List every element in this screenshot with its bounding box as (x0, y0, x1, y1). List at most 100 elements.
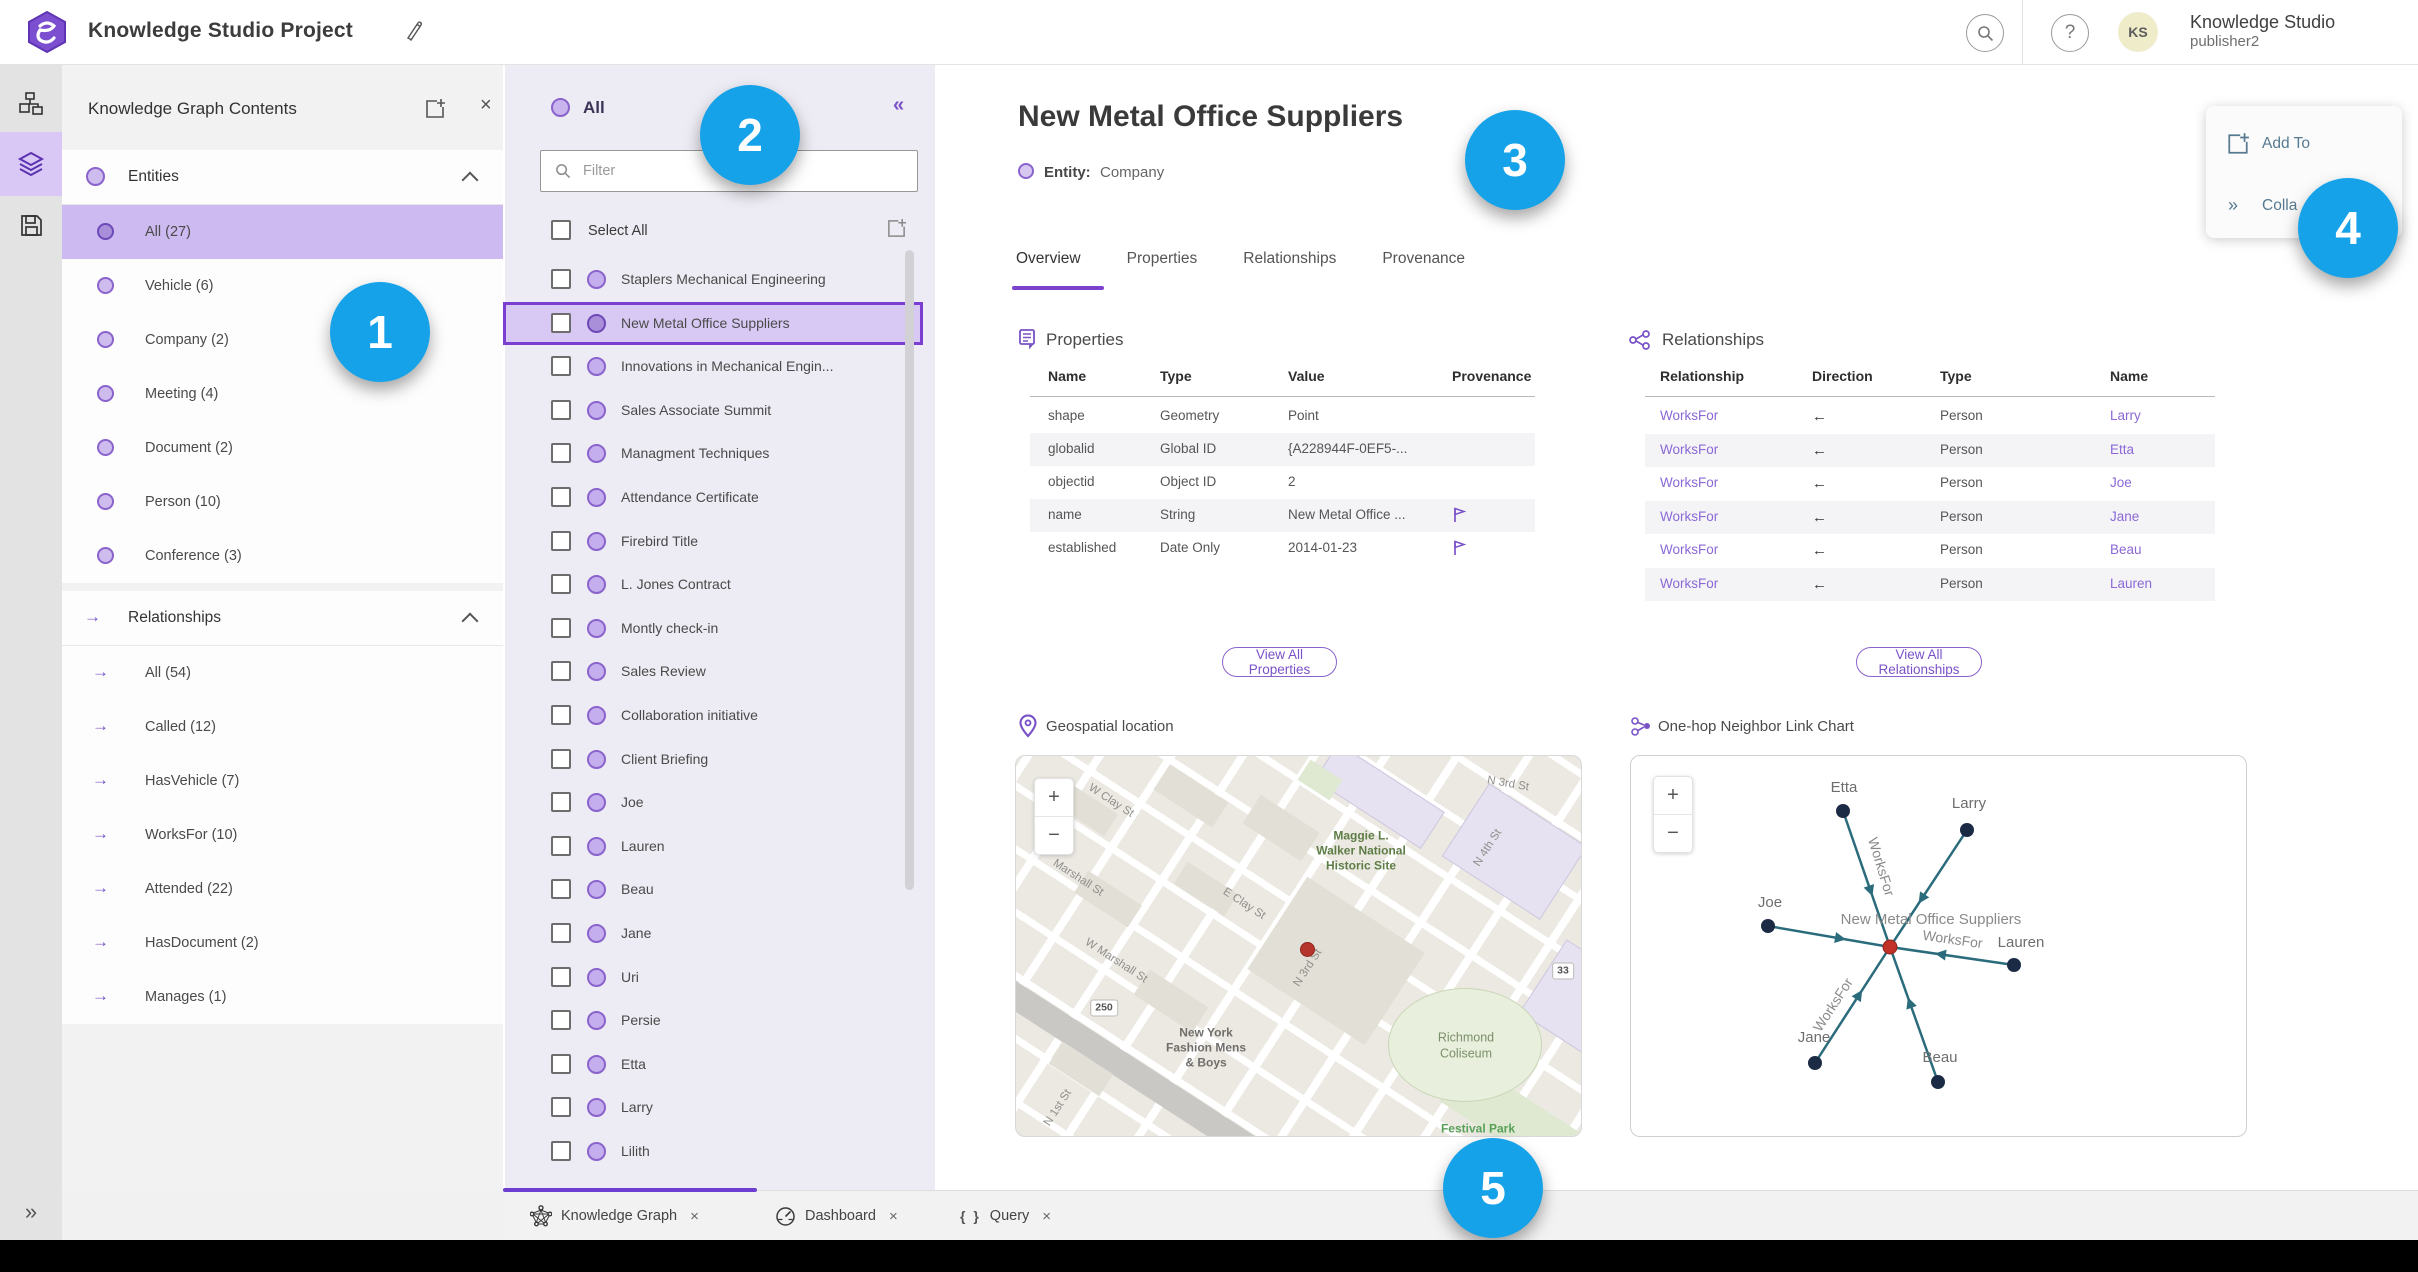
table-row[interactable]: WorksFor ← Person Beau (1645, 534, 2215, 568)
rel-name-link[interactable]: Etta (2110, 442, 2134, 457)
bottom-tab-knowledge-graph[interactable]: Knowledge Graph × (530, 1191, 699, 1241)
table-row[interactable]: established Date Only 2014-01-23 (1030, 532, 1535, 565)
rel-relationship-link[interactable]: WorksFor (1660, 509, 1718, 524)
schema-button[interactable] (0, 72, 62, 136)
contents-item[interactable]: Company (2) (62, 313, 503, 367)
contents-item[interactable]: → HasVehicle (7) (62, 754, 503, 808)
save-button[interactable] (0, 193, 62, 257)
list-item[interactable]: Staplers Mechanical Engineering (503, 258, 923, 302)
zoom-in-button[interactable]: + (1035, 779, 1073, 817)
list-item[interactable]: Persie (503, 999, 923, 1043)
zoom-out-button[interactable]: − (1654, 815, 1692, 852)
center-entity-node[interactable] (1882, 939, 1898, 955)
item-checkbox[interactable] (551, 1010, 571, 1031)
tab-provenance[interactable]: Provenance (1382, 250, 1465, 280)
contents-item[interactable]: → WorksFor (10) (62, 808, 503, 862)
list-item[interactable]: Jane (503, 912, 923, 956)
person-node[interactable] (1761, 919, 1775, 933)
item-checkbox[interactable] (551, 530, 571, 551)
list-item[interactable]: Sales Review (503, 650, 923, 694)
contents-item[interactable]: → Attended (22) (62, 862, 503, 916)
list-item[interactable]: Firebird Title (503, 520, 923, 564)
item-checkbox[interactable] (551, 356, 571, 377)
search-button[interactable] (1966, 14, 2004, 52)
list-item[interactable]: Joe (503, 781, 923, 825)
rel-name-link[interactable]: Larry (2110, 408, 2141, 423)
user-block[interactable]: Knowledge Studio publisher2 (2190, 12, 2335, 50)
view-all-properties-button[interactable]: View All Properties (1222, 647, 1337, 677)
person-node[interactable] (1960, 823, 1974, 837)
list-item[interactable]: Montly check-in (503, 607, 923, 651)
contents-item[interactable]: Conference (3) (62, 529, 503, 583)
rel-name-link[interactable]: Beau (2110, 542, 2142, 557)
item-checkbox[interactable] (551, 748, 571, 769)
person-node[interactable] (1808, 1056, 1822, 1070)
item-checkbox[interactable] (551, 269, 571, 289)
chevron-up-icon[interactable] (461, 171, 479, 189)
item-checkbox[interactable] (551, 922, 571, 943)
item-checkbox[interactable] (551, 443, 571, 464)
item-checkbox[interactable] (551, 704, 571, 725)
add-selection-icon[interactable] (886, 218, 907, 239)
list-item[interactable]: Client Briefing (503, 738, 923, 782)
item-checkbox[interactable] (551, 1053, 571, 1074)
item-checkbox[interactable] (551, 661, 571, 682)
rel-name-link[interactable]: Jane (2110, 509, 2139, 524)
contents-item[interactable]: → Manages (1) (62, 970, 503, 1024)
table-row[interactable]: objectid Object ID 2 (1030, 466, 1535, 499)
list-item[interactable]: New Metal Office Suppliers (503, 301, 923, 346)
table-row[interactable]: WorksFor ← Person Larry (1645, 400, 2215, 434)
rel-relationship-link[interactable]: WorksFor (1660, 542, 1718, 557)
close-panel-icon[interactable]: × (480, 94, 492, 117)
bottom-tab-query[interactable]: { } Query × (960, 1191, 1051, 1241)
rel-relationship-link[interactable]: WorksFor (1660, 576, 1718, 591)
rel-name-link[interactable]: Lauren (2110, 576, 2152, 591)
close-tab-icon[interactable]: × (889, 1208, 898, 1225)
item-checkbox[interactable] (551, 312, 571, 333)
item-checkbox[interactable] (551, 399, 571, 420)
contents-item[interactable]: → HasDocument (2) (62, 916, 503, 970)
tab-overview[interactable]: Overview (1016, 250, 1081, 280)
chevron-up-icon[interactable] (461, 612, 479, 630)
list-item[interactable]: Uri (503, 956, 923, 1000)
rel-relationship-link[interactable]: WorksFor (1660, 475, 1718, 490)
list-item[interactable]: Beau (503, 868, 923, 912)
list-item[interactable]: Etta (503, 1043, 923, 1087)
add-to-menu-item[interactable]: Add To (2206, 128, 2402, 162)
contents-item[interactable]: → Called (12) (62, 700, 503, 754)
new-layer-icon[interactable] (424, 98, 446, 120)
person-node[interactable] (1931, 1075, 1945, 1089)
table-row[interactable]: globalid Global ID {A228944F-0EF5-... (1030, 433, 1535, 466)
zoom-out-button[interactable]: − (1035, 817, 1073, 854)
list-item[interactable]: Sales Associate Summit (503, 389, 923, 433)
close-tab-icon[interactable]: × (690, 1208, 699, 1225)
list-item[interactable]: Lilith (503, 1130, 923, 1174)
table-row[interactable]: WorksFor ← Person Jane (1645, 500, 2215, 534)
item-checkbox[interactable] (551, 792, 571, 813)
contents-item[interactable]: Document (2) (62, 421, 503, 475)
avatar[interactable]: KS (2118, 12, 2158, 52)
help-button[interactable]: ? (2051, 14, 2089, 52)
item-checkbox[interactable] (551, 835, 571, 856)
item-checkbox[interactable] (551, 1097, 571, 1118)
tab-properties[interactable]: Properties (1127, 250, 1198, 280)
list-item[interactable]: Larry (503, 1086, 923, 1130)
rel-relationship-link[interactable]: WorksFor (1660, 442, 1718, 457)
contents-item[interactable]: Person (10) (62, 475, 503, 529)
prop-provenance[interactable] (1452, 506, 1467, 523)
list-item[interactable]: Managment Techniques (503, 432, 923, 476)
expand-rail-button[interactable]: » (0, 1192, 62, 1232)
select-all-checkbox[interactable] (551, 220, 571, 240)
item-checkbox[interactable] (551, 879, 571, 900)
list-item[interactable]: Innovations in Mechanical Engin... (503, 345, 923, 389)
list-scrollbar[interactable] (905, 250, 914, 890)
list-item[interactable]: Attendance Certificate (503, 476, 923, 520)
section-header-entities[interactable]: Entities (62, 150, 503, 205)
prop-provenance[interactable] (1452, 539, 1467, 556)
table-row[interactable]: WorksFor ← Person Lauren (1645, 567, 2215, 601)
person-node[interactable] (2007, 958, 2021, 972)
close-tab-icon[interactable]: × (1042, 1208, 1051, 1225)
item-checkbox[interactable] (551, 574, 571, 595)
item-checkbox[interactable] (551, 486, 571, 507)
contents-item[interactable]: Meeting (4) (62, 367, 503, 421)
